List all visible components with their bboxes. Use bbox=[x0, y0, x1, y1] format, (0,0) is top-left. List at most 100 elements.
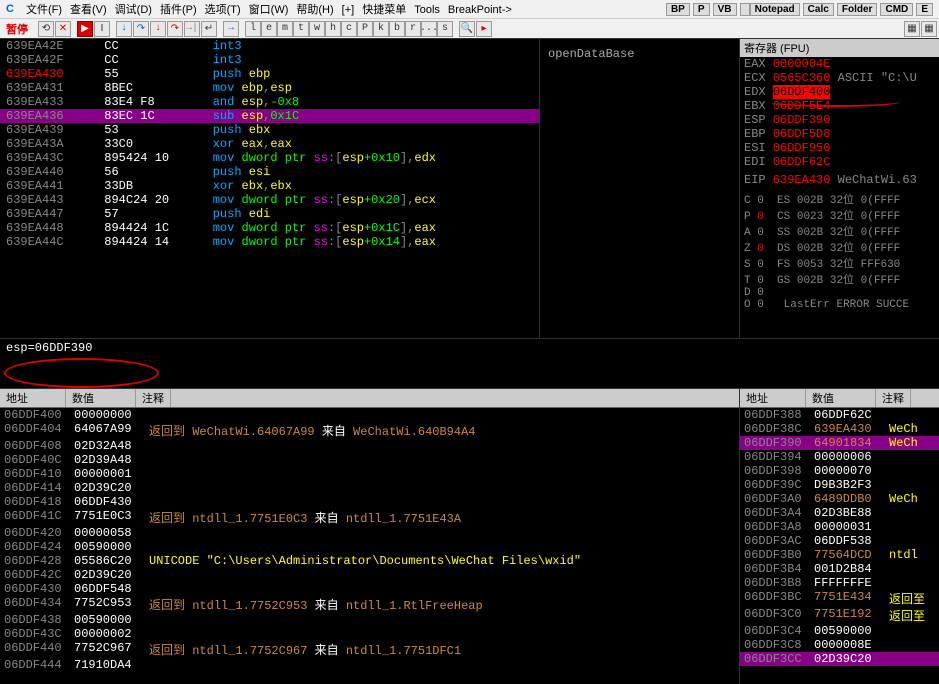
stack-row[interactable]: 06DDF3B077564DCDntdl bbox=[740, 548, 939, 562]
registers-panel[interactable]: 寄存器 (FPU) EAX 0000004E ECX 0565C360 ASCI… bbox=[739, 39, 939, 338]
stack-row[interactable]: 06DDF3A800000031 bbox=[740, 520, 939, 534]
dump-row[interactable]: 06DDF43800590000 bbox=[0, 613, 739, 627]
menu-button[interactable] bbox=[740, 3, 750, 16]
dump-row[interactable]: 06DDF43C00000002 bbox=[0, 627, 739, 641]
disasm-row[interactable]: 639EA433 83E4 F8 and esp,-0x8 bbox=[0, 95, 539, 109]
flag-row[interactable]: T 0 GS 002B 32位 0(FFFF bbox=[744, 271, 935, 287]
stack-row[interactable]: 06DDF38C639EA430WeCh bbox=[740, 422, 939, 436]
view-m-button[interactable]: m bbox=[277, 21, 293, 37]
disasm-row[interactable]: 639EA436 83EC 1C sub esp,0x1C bbox=[0, 109, 539, 123]
flag-row[interactable]: S 0 FS 0053 32位 FFF630 bbox=[744, 255, 935, 271]
menu-button[interactable]: CMD bbox=[880, 3, 913, 16]
disasm-row[interactable]: 639EA448 894424 1C mov dword ptr ss:[esp… bbox=[0, 221, 539, 235]
menu-item[interactable]: Tools bbox=[410, 4, 444, 16]
dump-row[interactable]: 06DDF42805586C20UNICODE "C:\Users\Admini… bbox=[0, 554, 739, 568]
disasm-row[interactable]: 639EA43A 33C0 xor eax,eax bbox=[0, 137, 539, 151]
dump-row[interactable]: 06DDF41402D39C20 bbox=[0, 481, 739, 495]
stack-row[interactable]: 06DDF3CC02D39C20 bbox=[740, 652, 939, 666]
stack-row[interactable]: 06DDF39400000006 bbox=[740, 450, 939, 464]
disasm-row[interactable]: 639EA44C 894424 14 mov dword ptr ss:[esp… bbox=[0, 235, 539, 249]
disasm-row[interactable]: 639EA443 894C24 20 mov dword ptr ss:[esp… bbox=[0, 193, 539, 207]
menu-item[interactable]: 插件(P) bbox=[156, 4, 201, 16]
menu-button[interactable]: P bbox=[693, 3, 710, 16]
menu-item[interactable]: 帮助(H) bbox=[292, 4, 337, 16]
register-row[interactable]: EBP 06DDF5D8 bbox=[740, 127, 939, 141]
view-b-button[interactable]: b bbox=[389, 21, 405, 37]
dump-row[interactable]: 06DDF42C02D39C20 bbox=[0, 568, 739, 582]
flag-row[interactable]: P 0 CS 0023 32位 0(FFFF bbox=[744, 207, 935, 223]
search-icon[interactable]: 🔍 bbox=[459, 21, 475, 37]
register-row[interactable]: ECX 0565C360 ASCII "C:\U bbox=[740, 71, 939, 85]
dump-row[interactable]: 06DDF40000000000 bbox=[0, 408, 739, 422]
pause-button[interactable]: 暂停 bbox=[2, 21, 32, 37]
view-c-button[interactable]: c bbox=[341, 21, 357, 37]
dump-row[interactable]: 06DDF43006DDF548 bbox=[0, 582, 739, 596]
trace-into-icon[interactable]: ↓ bbox=[150, 21, 166, 37]
menu-item[interactable]: 查看(V) bbox=[66, 4, 111, 16]
menu-button[interactable]: BP bbox=[666, 3, 690, 16]
stack-row[interactable]: 06DDF3A06489DDB0WeCh bbox=[740, 492, 939, 506]
step-into-icon[interactable]: ↓ bbox=[116, 21, 132, 37]
menu-item[interactable]: 快捷菜单 bbox=[358, 4, 410, 16]
stack-row[interactable]: 06DDF3C400590000 bbox=[740, 624, 939, 638]
stack-row[interactable]: 06DDF38806DDF62C bbox=[740, 408, 939, 422]
flag-row[interactable]: D 0 bbox=[744, 287, 935, 299]
flag-row[interactable]: A 0 SS 002B 32位 0(FFFF bbox=[744, 223, 935, 239]
view-w-button[interactable]: w bbox=[309, 21, 325, 37]
menu-item[interactable]: 调试(D) bbox=[111, 4, 156, 16]
view-...-button[interactable]: ... bbox=[421, 21, 437, 37]
step-over-icon[interactable]: ↷ bbox=[133, 21, 149, 37]
register-row[interactable]: ESI 06DDF950 bbox=[740, 141, 939, 155]
stack-row[interactable]: 06DDF39064901834WeCh bbox=[740, 436, 939, 450]
stack-panel[interactable]: 地址 数值 注释 06DDF38806DDF62C06DDF38C639EA43… bbox=[739, 389, 939, 684]
pause-icon[interactable]: ‖ bbox=[94, 21, 110, 37]
dump-row[interactable]: 06DDF42400590000 bbox=[0, 540, 739, 554]
dump-row[interactable]: 06DDF40C02D39A48 bbox=[0, 453, 739, 467]
exec-till-return-icon[interactable]: ↵ bbox=[201, 21, 217, 37]
dump-row[interactable]: 06DDF40464067A99返回到 WeChatWi.64067A99 来自… bbox=[0, 422, 739, 439]
close-icon[interactable]: ✕ bbox=[55, 21, 71, 37]
misc-icon-2[interactable]: ▦ bbox=[921, 21, 937, 37]
flag-icon[interactable]: ▸ bbox=[476, 21, 492, 37]
disasm-row[interactable]: 639EA42F CC int3 bbox=[0, 53, 539, 67]
view-h-button[interactable]: h bbox=[325, 21, 341, 37]
goto-icon[interactable]: → bbox=[223, 21, 239, 37]
disasm-row[interactable]: 639EA441 33DB xor ebx,ebx bbox=[0, 179, 539, 193]
view-e-button[interactable]: e bbox=[261, 21, 277, 37]
stack-row[interactable]: 06DDF3B8FFFFFFFE bbox=[740, 576, 939, 590]
dump-row[interactable]: 06DDF41000000001 bbox=[0, 467, 739, 481]
stack-row[interactable]: 06DDF39CD9B3B2F3 bbox=[740, 478, 939, 492]
menu-item[interactable]: 窗口(W) bbox=[245, 4, 293, 16]
stack-row[interactable]: 06DDF3C80000008E bbox=[740, 638, 939, 652]
disasm-row[interactable]: 639EA430 55 push ebp bbox=[0, 67, 539, 81]
dump-row[interactable]: 06DDF40802D32A48 bbox=[0, 439, 739, 453]
dump-row[interactable]: 06DDF42000000058 bbox=[0, 526, 739, 540]
menu-item[interactable]: [+] bbox=[338, 4, 359, 16]
dump-panel[interactable]: 地址 数值 注释 06DDF4000000000006DDF40464067A9… bbox=[0, 389, 739, 684]
menu-button[interactable]: E bbox=[916, 3, 933, 16]
dump-row[interactable]: 06DDF4347752C953返回到 ntdll_1.7752C953 来自 … bbox=[0, 596, 739, 613]
register-row[interactable]: EBX 06DDF5E4 bbox=[740, 99, 939, 113]
misc-icon-1[interactable]: ▦ bbox=[904, 21, 920, 37]
dump-row[interactable]: 06DDF41806DDF430 bbox=[0, 495, 739, 509]
stack-row[interactable]: 06DDF3A402D3BE88 bbox=[740, 506, 939, 520]
play-icon[interactable]: ▶ bbox=[77, 21, 93, 37]
register-row[interactable]: ESP 06DDF390 bbox=[740, 113, 939, 127]
dump-row[interactable]: 06DDF41C7751E0C3返回到 ntdll_1.7751E0C3 来自 … bbox=[0, 509, 739, 526]
disasm-row[interactable]: 639EA43C 895424 10 mov dword ptr ss:[esp… bbox=[0, 151, 539, 165]
stack-row[interactable]: 06DDF3AC06DDF538 bbox=[740, 534, 939, 548]
flag-row[interactable]: Z 0 DS 002B 32位 0(FFFF bbox=[744, 239, 935, 255]
disasm-row[interactable]: 639EA439 53 push ebx bbox=[0, 123, 539, 137]
view-s-button[interactable]: s bbox=[437, 21, 453, 37]
disassembly-panel[interactable]: 639EA42E CC int3 639EA42F CC int3 639EA4… bbox=[0, 39, 539, 338]
menu-item[interactable]: BreakPoint-> bbox=[444, 4, 516, 16]
flag-row[interactable]: C 0 ES 002B 32位 0(FFFF bbox=[744, 191, 935, 207]
menu-button[interactable]: VB bbox=[713, 3, 737, 16]
stack-row[interactable]: 06DDF3C07751E192返回至 bbox=[740, 607, 939, 624]
stack-row[interactable]: 06DDF3B4001D2B84 bbox=[740, 562, 939, 576]
menu-button[interactable]: Calc bbox=[803, 3, 834, 16]
register-row[interactable]: EAX 0000004E bbox=[740, 57, 939, 71]
restart-icon[interactable]: ⟲ bbox=[38, 21, 54, 37]
view-P-button[interactable]: P bbox=[357, 21, 373, 37]
menu-button[interactable]: Notepad bbox=[750, 3, 800, 16]
